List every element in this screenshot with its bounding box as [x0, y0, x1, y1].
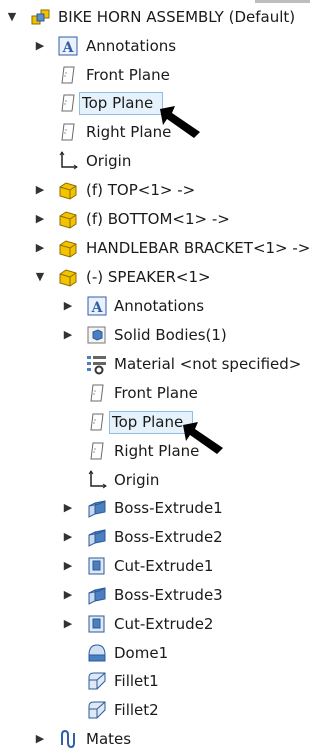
svg-text:A: A: [62, 40, 75, 56]
boss-extrude-icon: [86, 584, 108, 606]
tree-item-solid-bodies[interactable]: ▶ Solid Bodies(1): [0, 321, 310, 350]
tree-item-label: Origin: [86, 152, 132, 170]
expand-arrow-icon[interactable]: ▶: [62, 501, 74, 515]
tree-item-label: Boss-Extrude1: [114, 499, 223, 517]
material-icon: [86, 353, 108, 375]
tree-item-cut-extrude1[interactable]: ▶ Cut-Extrude1: [0, 552, 310, 581]
part-icon: [57, 179, 79, 201]
expand-arrow-icon[interactable]: ▶: [62, 588, 74, 602]
tree-item-label: Dome1: [114, 644, 169, 662]
cut-extrude-icon: [86, 555, 108, 577]
part-icon: [57, 237, 79, 259]
tree-item-dome1[interactable]: Dome1: [0, 639, 310, 668]
tree-item-speaker-top-plane[interactable]: Top Plane: [0, 408, 310, 437]
dome-icon: [86, 642, 108, 664]
tree-item-speaker-right-plane[interactable]: Right Plane: [0, 437, 310, 466]
pointer-arrow-icon: [158, 104, 202, 140]
expand-arrow-icon[interactable]: ▶: [34, 39, 46, 53]
tree-item-label: Top Plane: [109, 411, 193, 434]
tree-item-label: Origin: [114, 471, 160, 489]
expand-arrow-icon[interactable]: ▶: [62, 328, 74, 342]
tree-item-label: BIKE HORN ASSEMBLY (Default): [58, 8, 296, 26]
tree-item-label: Cut-Extrude2: [114, 615, 214, 633]
annotations-icon: A: [86, 295, 108, 317]
tree-item-label: Fillet2: [114, 701, 159, 719]
expand-arrow-icon[interactable]: ▶: [34, 183, 46, 197]
boss-extrude-icon: [86, 526, 108, 548]
tree-item-label: (-) SPEAKER<1>: [86, 268, 211, 286]
tree-item-label: (f) TOP<1> ->: [86, 181, 196, 199]
tree-root-bike-horn-assembly[interactable]: ▼ BIKE HORN ASSEMBLY (Default): [0, 3, 310, 32]
assembly-icon: [30, 6, 52, 28]
expand-arrow-icon[interactable]: ▶: [62, 530, 74, 544]
tree-item-label: Material <not specified>: [114, 355, 302, 373]
tree-item-part-speaker[interactable]: ▼ (-) SPEAKER<1>: [0, 263, 310, 292]
tree-item-speaker-annotations[interactable]: ▶ A Annotations: [0, 292, 310, 321]
origin-icon: [57, 150, 79, 172]
tree-item-annotations[interactable]: ▶ A Annotations: [0, 32, 310, 61]
tree-item-boss-extrude3[interactable]: ▶ Boss-Extrude3: [0, 581, 310, 610]
tree-item-label: HANDLEBAR BRACKET<1> ->: [86, 239, 311, 257]
part-icon: [57, 208, 79, 230]
tree-item-mates[interactable]: ▶ Mates: [0, 725, 310, 754]
plane-icon: [86, 440, 108, 462]
plane-icon: [86, 382, 108, 404]
tree-item-label: Mates: [86, 730, 132, 748]
plane-icon: [57, 121, 79, 143]
tree-item-part-top[interactable]: ▶ (f) TOP<1> ->: [0, 176, 310, 205]
tree-item-label: Front Plane: [86, 66, 170, 84]
tree-item-boss-extrude2[interactable]: ▶ Boss-Extrude2: [0, 523, 310, 552]
expand-arrow-icon[interactable]: ▼: [34, 270, 46, 284]
expand-arrow-icon[interactable]: ▶: [34, 732, 46, 746]
boss-extrude-icon: [86, 497, 108, 519]
plane-icon: [57, 92, 79, 114]
svg-text:A: A: [91, 300, 104, 316]
expand-arrow-icon[interactable]: ▼: [6, 10, 18, 24]
expand-arrow-icon[interactable]: ▶: [34, 241, 46, 255]
fillet-icon: [86, 670, 108, 692]
tree-item-label: Solid Bodies(1): [114, 326, 227, 344]
tree-item-part-handlebar-bracket[interactable]: ▶ HANDLEBAR BRACKET<1> ->: [0, 234, 310, 263]
tree-item-top-plane[interactable]: Top Plane: [0, 89, 310, 118]
annotations-icon: A: [57, 35, 79, 57]
tree-item-label: Fillet1: [114, 672, 159, 690]
tree-item-fillet1[interactable]: Fillet1: [0, 667, 310, 696]
tree-item-origin[interactable]: Origin: [0, 147, 310, 176]
tree-item-boss-extrude1[interactable]: ▶ Boss-Extrude1: [0, 494, 310, 523]
tree-item-cut-extrude2[interactable]: ▶ Cut-Extrude2: [0, 610, 310, 639]
expand-arrow-icon[interactable]: ▶: [34, 212, 46, 226]
tree-item-front-plane[interactable]: Front Plane: [0, 61, 310, 90]
solid-bodies-icon: [86, 324, 108, 346]
tree-item-label: (f) BOTTOM<1> ->: [86, 210, 230, 228]
plane-icon: [86, 411, 108, 433]
part-icon: [57, 266, 79, 288]
tree-item-right-plane[interactable]: Right Plane: [0, 118, 310, 147]
expand-arrow-icon[interactable]: ▶: [62, 299, 74, 313]
tree-item-label: Boss-Extrude2: [114, 528, 223, 546]
tree-item-label: Annotations: [86, 37, 177, 55]
tree-item-part-bottom[interactable]: ▶ (f) BOTTOM<1> ->: [0, 205, 310, 234]
plane-icon: [57, 64, 79, 86]
cut-extrude-icon: [86, 613, 108, 635]
tree-item-label: Front Plane: [114, 384, 198, 402]
fillet-icon: [86, 699, 108, 721]
tree-item-label: Top Plane: [79, 92, 163, 115]
tree-item-material[interactable]: Material <not specified>: [0, 350, 310, 379]
tree-item-label: Annotations: [114, 297, 205, 315]
pointer-arrow-icon: [181, 420, 225, 456]
expand-arrow-icon[interactable]: ▶: [62, 617, 74, 631]
tree-item-speaker-origin[interactable]: Origin: [0, 466, 310, 495]
tree-item-fillet2[interactable]: Fillet2: [0, 696, 310, 725]
tree-item-label: Boss-Extrude3: [114, 586, 223, 604]
tree-item-label: Cut-Extrude1: [114, 557, 214, 575]
mates-icon: [57, 728, 79, 750]
expand-arrow-icon[interactable]: ▶: [62, 559, 74, 573]
origin-icon: [86, 469, 108, 491]
feature-manager-tree: ▼ BIKE HORN ASSEMBLY (Default) ▶ A Annot…: [0, 0, 310, 749]
tree-item-speaker-front-plane[interactable]: Front Plane: [0, 379, 310, 408]
